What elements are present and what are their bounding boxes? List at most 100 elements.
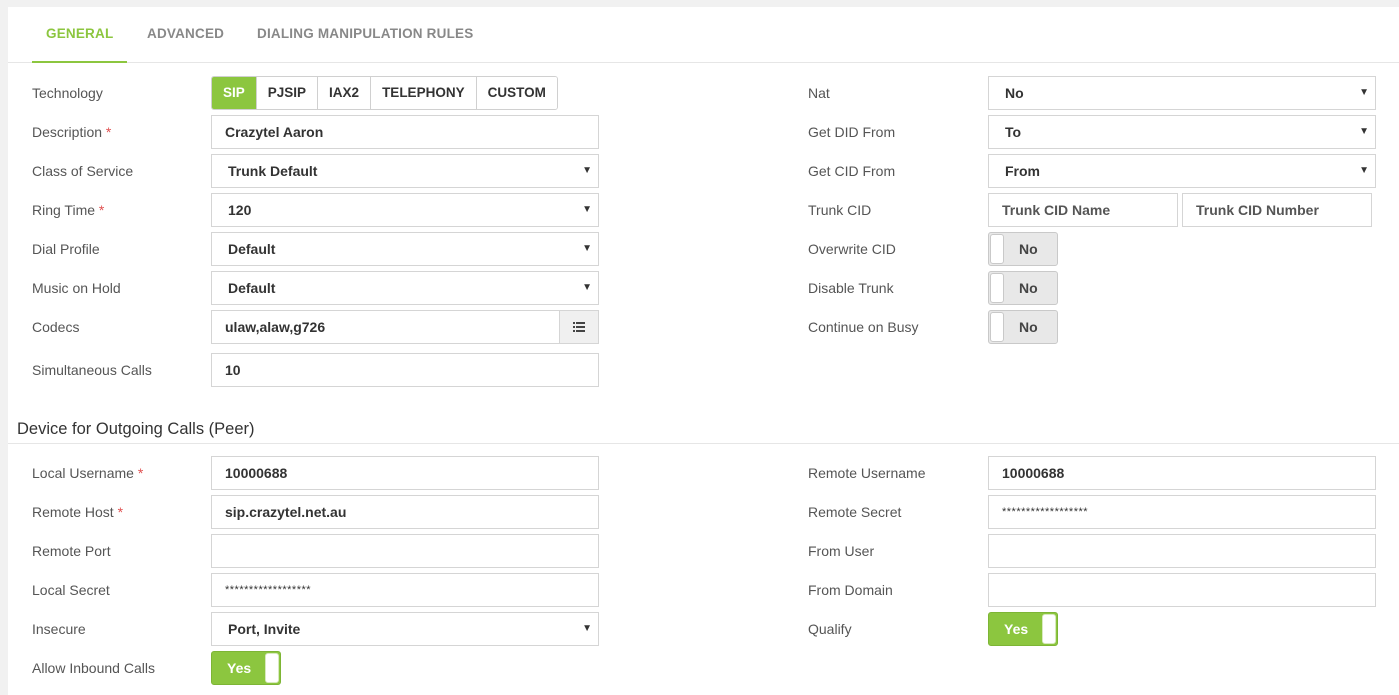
caret-down-icon: ▼ — [1359, 87, 1369, 98]
class-of-service-label: Class of Service — [32, 163, 134, 179]
description-label-text: Description — [32, 124, 103, 140]
qualify-label: Qualify — [808, 621, 852, 637]
overwrite-cid-label: Overwrite CID — [808, 241, 896, 257]
local-secret-input[interactable]: ****************** — [211, 573, 599, 607]
continue-on-busy-toggle[interactable]: No — [988, 310, 1058, 344]
allow-inbound-calls-toggle[interactable]: Yes — [211, 651, 281, 685]
remote-username-label: Remote Username — [808, 465, 926, 481]
insecure-select[interactable]: Port, Invite ▼ — [211, 612, 599, 646]
caret-down-icon: ▼ — [582, 165, 592, 176]
trunk-cid-label: Trunk CID — [808, 202, 872, 218]
simultaneous-calls-input[interactable]: 10 — [211, 353, 599, 387]
required-marker: * — [117, 504, 124, 520]
local-username-label: Local Username * — [32, 465, 143, 481]
remote-host-label: Remote Host * — [32, 504, 123, 520]
required-marker: * — [105, 124, 112, 140]
from-domain-label: From Domain — [808, 582, 893, 598]
codecs-list-button[interactable] — [559, 310, 599, 344]
technology-label: Technology — [32, 85, 103, 101]
get-cid-from-select[interactable]: From ▼ — [988, 154, 1376, 188]
caret-down-icon: ▼ — [1359, 126, 1369, 137]
remote-secret-input[interactable]: ****************** — [988, 495, 1376, 529]
dial-profile-label: Dial Profile — [32, 241, 100, 257]
technology-option-custom[interactable]: CUSTOM — [476, 77, 557, 109]
music-on-hold-value: Default — [228, 280, 276, 296]
overwrite-cid-toggle[interactable]: No — [988, 232, 1058, 266]
required-marker: * — [98, 202, 105, 218]
remote-port-input[interactable] — [211, 534, 599, 568]
get-cid-from-label: Get CID From — [808, 163, 896, 179]
qualify-state: Yes — [1004, 621, 1029, 637]
simultaneous-calls-label: Simultaneous Calls — [32, 362, 152, 378]
class-of-service-select[interactable]: Trunk Default ▼ — [211, 154, 599, 188]
ring-time-label: Ring Time * — [32, 202, 104, 218]
codecs-label: Codecs — [32, 319, 80, 335]
remote-username-input[interactable]: 10000688 — [988, 456, 1376, 490]
ring-time-value: 120 — [228, 202, 252, 218]
caret-down-icon: ▼ — [582, 204, 592, 215]
peer-section-title: Device for Outgoing Calls (Peer) — [17, 420, 255, 438]
local-username-input[interactable]: 10000688 — [211, 456, 599, 490]
technology-option-sip[interactable]: SIP — [212, 77, 257, 109]
qualify-toggle[interactable]: Yes — [988, 612, 1058, 646]
list-icon — [573, 322, 585, 332]
remote-port-label: Remote Port — [32, 543, 111, 559]
ring-time-select[interactable]: 120 ▼ — [211, 193, 599, 227]
allow-inbound-calls-label: Allow Inbound Calls — [32, 660, 155, 676]
from-user-input[interactable] — [988, 534, 1376, 568]
caret-down-icon: ▼ — [1359, 165, 1369, 176]
toggle-knob — [990, 312, 1004, 342]
codecs-input[interactable]: ulaw,alaw,g726 — [211, 310, 560, 344]
get-did-from-value: To — [1005, 124, 1022, 140]
dial-profile-select[interactable]: Default ▼ — [211, 232, 599, 266]
disable-trunk-label: Disable Trunk — [808, 280, 894, 296]
trunk-cid-number-input[interactable]: Trunk CID Number — [1182, 193, 1372, 227]
technology-option-iax2[interactable]: IAX2 — [318, 77, 372, 109]
local-secret-label: Local Secret — [32, 582, 110, 598]
section-divider — [8, 443, 1399, 444]
technology-selector: SIP PJSIP IAX2 TELEPHONY CUSTOM — [211, 76, 558, 110]
music-on-hold-label: Music on Hold — [32, 280, 121, 296]
caret-down-icon: ▼ — [582, 282, 592, 293]
remote-secret-label: Remote Secret — [808, 504, 902, 520]
from-domain-input[interactable] — [988, 573, 1376, 607]
continue-on-busy-state: No — [1019, 319, 1038, 335]
from-user-label: From User — [808, 543, 875, 559]
trunk-settings-panel: GENERAL ADVANCED DIALING MANIPULATION RU… — [8, 7, 1399, 695]
get-did-from-label: Get DID From — [808, 124, 896, 140]
description-label: Description * — [32, 124, 111, 140]
required-marker: * — [137, 465, 144, 481]
tab-general[interactable]: GENERAL — [32, 7, 128, 63]
toggle-knob — [265, 653, 279, 683]
dial-profile-value: Default — [228, 241, 276, 257]
remote-host-label-text: Remote Host — [32, 504, 114, 520]
allow-inbound-calls-state: Yes — [227, 660, 252, 676]
nat-value: No — [1005, 85, 1024, 101]
nat-label: Nat — [808, 85, 830, 101]
remote-host-input[interactable]: sip.crazytel.net.au — [211, 495, 599, 529]
overwrite-cid-state: No — [1019, 241, 1038, 257]
tab-bar: GENERAL ADVANCED DIALING MANIPULATION RU… — [8, 7, 1399, 63]
tab-advanced[interactable]: ADVANCED — [147, 7, 224, 63]
toggle-knob — [990, 273, 1004, 303]
insecure-label: Insecure — [32, 621, 86, 637]
music-on-hold-select[interactable]: Default ▼ — [211, 271, 599, 305]
class-of-service-value: Trunk Default — [228, 163, 318, 179]
toggle-knob — [1042, 614, 1056, 644]
caret-down-icon: ▼ — [582, 243, 592, 254]
tab-dialing-manipulation-rules[interactable]: DIALING MANIPULATION RULES — [257, 7, 473, 63]
insecure-value: Port, Invite — [228, 621, 301, 637]
disable-trunk-state: No — [1019, 280, 1038, 296]
description-input[interactable]: Crazytel Aaron — [211, 115, 599, 149]
nat-select[interactable]: No ▼ — [988, 76, 1376, 110]
continue-on-busy-label: Continue on Busy — [808, 319, 919, 335]
toggle-knob — [990, 234, 1004, 264]
technology-option-telephony[interactable]: TELEPHONY — [371, 77, 477, 109]
get-did-from-select[interactable]: To ▼ — [988, 115, 1376, 149]
disable-trunk-toggle[interactable]: No — [988, 271, 1058, 305]
ring-time-label-text: Ring Time — [32, 202, 96, 218]
local-username-label-text: Local Username — [32, 465, 134, 481]
trunk-cid-name-input[interactable]: Trunk CID Name — [988, 193, 1178, 227]
caret-down-icon: ▼ — [582, 623, 592, 634]
technology-option-pjsip[interactable]: PJSIP — [256, 77, 319, 109]
